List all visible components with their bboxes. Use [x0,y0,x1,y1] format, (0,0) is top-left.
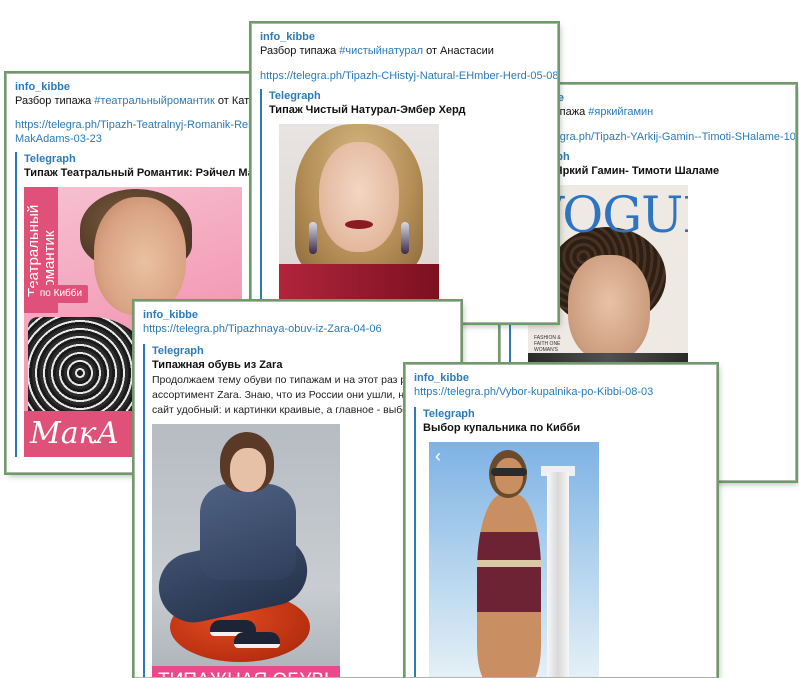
article-link[interactable]: https://telegra.ph/Vybor-kupalnika-po-Ki… [414,385,708,399]
image-earring-left [309,222,317,254]
link-preview[interactable]: Telegraph Выбор купальника по Кибби ‹ [414,407,708,677]
sender-name[interactable]: info_kibbe [260,30,549,44]
preview-image[interactable]: ТИПАЖНАЯ ОБУВЬ [152,424,340,677]
preview-image[interactable]: ‹ [429,442,599,677]
chevron-left-icon[interactable]: ‹ [435,446,441,466]
image-badge: по Кибби [34,285,88,303]
image-jacket [200,484,296,580]
article-link[interactable]: https://telegra.ph/Tipazhnaya-obuv-iz-Za… [143,322,452,336]
preview-site-name: Telegraph [24,153,76,165]
preview-site-name: Telegraph [152,345,204,357]
message-text: Разбор типажа #театральныйромантик от Ка… [15,94,261,109]
image-belt [477,560,541,567]
image-sunglasses [491,468,527,476]
image-face [230,448,266,492]
image-lips [345,220,373,229]
image-bottom-text: МакА [30,416,120,451]
preview-site-name: Telegraph [518,150,787,164]
image-shoe-right [234,632,280,648]
message-text-suffix: от Анастасии [423,45,494,57]
preview-title: Типаж Театральный Романтик: Рэйчел МакАд [24,167,268,179]
preview-title: Типаж Яркий Гамин- Тимоти Шаламе [518,165,720,177]
image-earring-right [401,222,409,254]
image-bottom-text: ТИПАЖНАЯ ОБУВЬ [158,668,337,677]
message-text-prefix: Разбор типажа [15,95,95,107]
sender-name[interactable]: info_kibbe [143,308,452,322]
article-link[interactable]: https://telegra.ph/Tipazh-CHistyj-Natura… [260,69,557,83]
hashtag-link[interactable]: #яркийгамин [588,106,653,118]
image-face [319,142,399,252]
article-link[interactable]: https://telegra.ph/Tipazh-Teatralnyj-Rom… [15,118,262,132]
hashtag-link[interactable]: #театральныйромантик [94,95,215,107]
image-vertical-text: Театральный [25,204,42,297]
article-link-continued[interactable]: MakAdams-03-23 [15,132,259,146]
image-face [568,255,650,361]
link-preview[interactable]: Telegraph Типаж Чистый Натурал-Эмбер Хер… [260,89,549,299]
sender-name[interactable]: info_kibbe [15,80,259,94]
image-face [495,458,523,494]
preview-title: Выбор купальника по Кибби [423,422,581,434]
message-card-swimsuit[interactable]: info_kibbe https://telegra.ph/Vybor-kupa… [405,364,717,678]
image-model-body [477,494,541,677]
image-column [547,472,569,677]
preview-site-name: Telegraph [269,90,321,102]
sender-name[interactable]: info_kibbe [414,371,708,385]
message-text-prefix: Разбор типажа [260,45,340,57]
preview-site-name: Telegraph [423,408,475,420]
preview-image[interactable] [279,124,439,299]
image-dress [279,264,439,299]
image-face [94,197,186,315]
preview-title: Типаж Чистый Натурал-Эмбер Херд [269,104,466,116]
message-card-pure-natural[interactable]: info_kibbe Разбор типажа #чистыйнатурал … [251,23,558,323]
message-text: Разбор типажа #чистыйнатурал от Анастаси… [260,44,549,59]
hashtag-link[interactable]: #чистыйнатурал [339,45,423,57]
